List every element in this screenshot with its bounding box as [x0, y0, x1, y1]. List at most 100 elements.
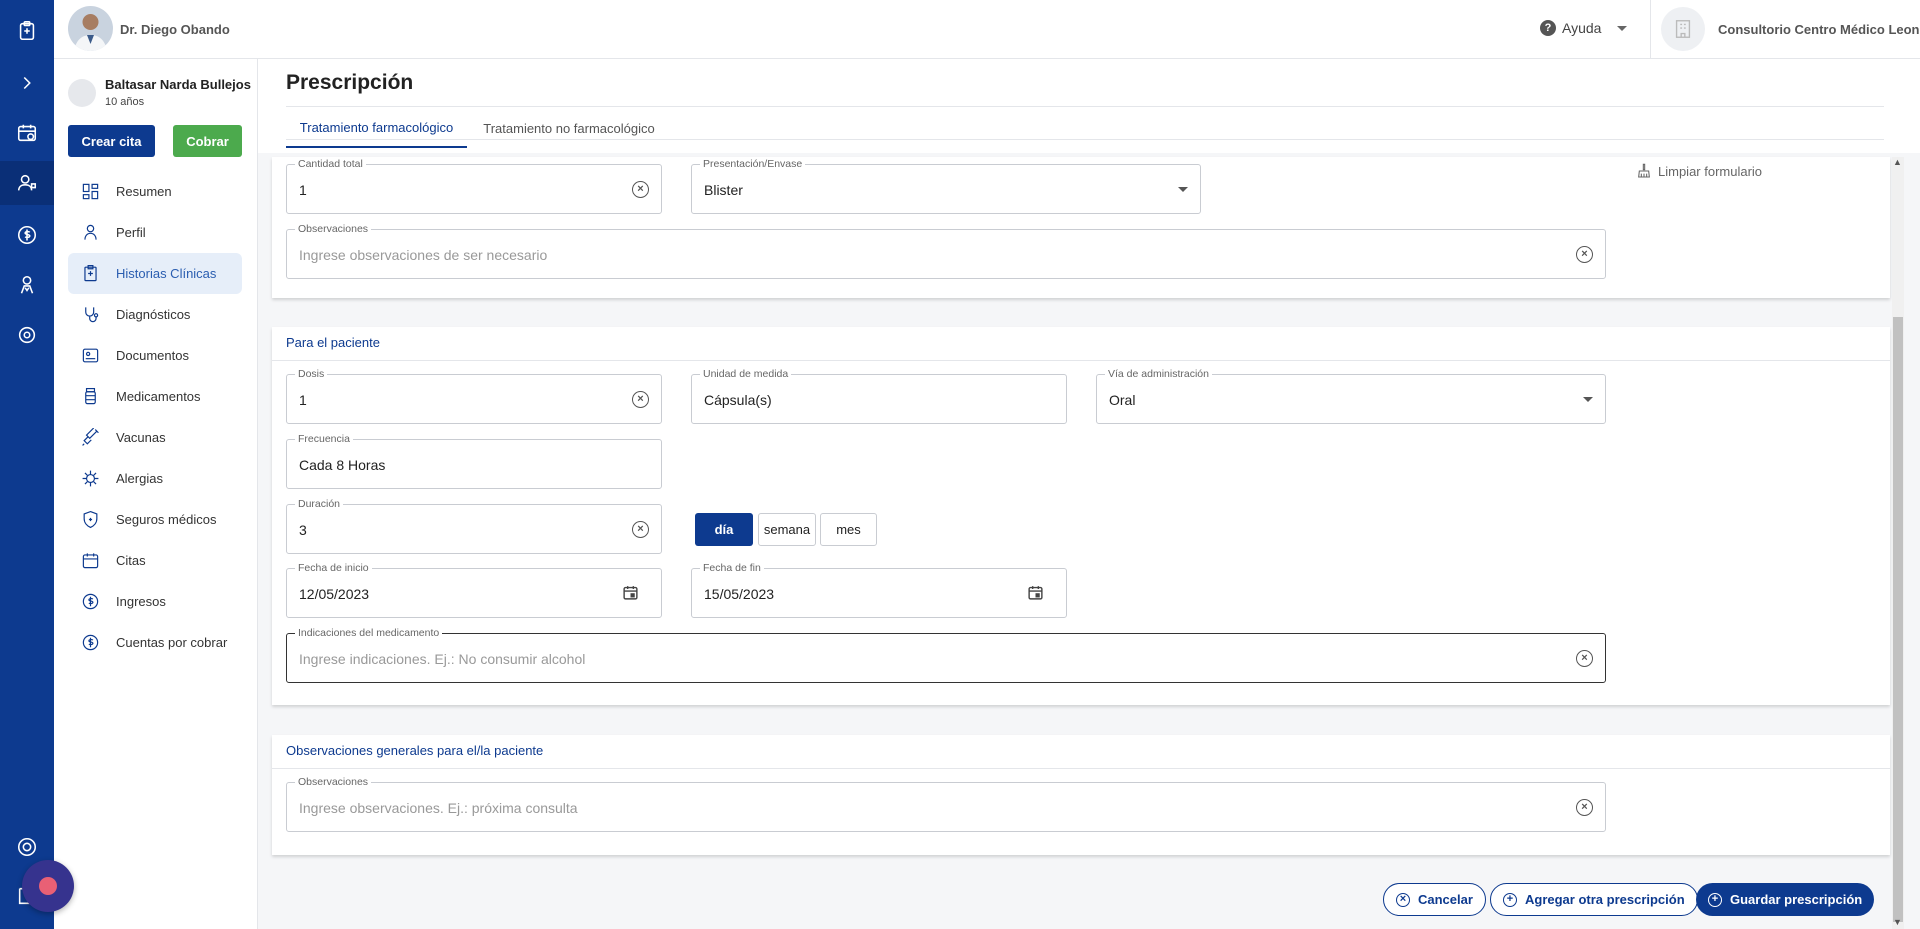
sidebar-item-medicamentos[interactable]: Medicamentos: [68, 376, 242, 417]
duration-unit-month[interactable]: mes: [820, 513, 877, 546]
help-icon: ?: [1540, 20, 1556, 36]
sidebar-item-historias-clinicas[interactable]: Historias Clínicas: [68, 253, 242, 294]
duration-unit-day[interactable]: día: [695, 513, 753, 546]
clinic-building-icon[interactable]: [1661, 7, 1705, 51]
clear-circle-icon[interactable]: ×: [1576, 650, 1593, 667]
clear-circle-icon[interactable]: ×: [632, 181, 649, 198]
sidebar-item-alergias[interactable]: Alergias: [68, 458, 242, 499]
clear-circle-icon[interactable]: ×: [632, 521, 649, 538]
help-label: Ayuda: [1562, 20, 1602, 36]
sidebar-item-seguros-medicos[interactable]: Seguros médicos: [68, 499, 242, 540]
end-date-field[interactable]: Fecha de fin 15/05/2023: [691, 562, 1067, 618]
field-value: 3: [299, 522, 307, 538]
unit-field[interactable]: Unidad de medida Cápsula(s): [691, 368, 1067, 424]
expand-chevron-icon[interactable]: [13, 69, 41, 97]
field-label: Unidad de medida: [700, 368, 792, 380]
doctor-name: Dr. Diego Obando: [120, 22, 230, 37]
sidebar-item-resumen[interactable]: Resumen: [68, 171, 242, 212]
clipboard-logo-icon[interactable]: [13, 17, 41, 45]
charge-button[interactable]: Cobrar: [173, 125, 242, 157]
general-observations-card: Observaciones generales para el/la pacie…: [272, 735, 1890, 855]
field-label: Presentación/Envase: [700, 158, 806, 170]
field-label: Vía de administración: [1105, 368, 1212, 380]
clear-circle-icon[interactable]: ×: [1576, 246, 1593, 263]
scrollbar-thumb[interactable]: [1893, 317, 1903, 922]
sidebar-item-cuentas-por-cobrar[interactable]: Cuentas por cobrar: [68, 622, 242, 663]
support-icon[interactable]: [13, 833, 41, 861]
chevron-down-icon: [1617, 25, 1628, 31]
patient-menu: Resumen Perfil Historias Clínicas Diagnó…: [68, 171, 242, 663]
create-appointment-button[interactable]: Crear cita: [68, 125, 155, 157]
clear-circle-icon[interactable]: ×: [632, 391, 649, 408]
document-icon: [80, 346, 100, 366]
calendar-icon[interactable]: [1027, 584, 1044, 601]
field-label: Observaciones: [295, 776, 372, 788]
clear-circle-icon[interactable]: ×: [1576, 799, 1593, 816]
clinical-record-icon: [80, 264, 100, 284]
sidebar-item-label: Cuentas por cobrar: [116, 635, 228, 650]
syringe-icon: [80, 428, 100, 448]
route-select[interactable]: Vía de administración Oral: [1096, 368, 1606, 424]
scroll-up-arrow-icon[interactable]: ▲: [1893, 157, 1902, 167]
sidebar-item-ingresos[interactable]: Ingresos: [68, 581, 242, 622]
field-placeholder: Ingrese observaciones de ser necesario: [299, 247, 548, 263]
scrollbar[interactable]: ▲ ▼: [1892, 157, 1904, 929]
doctor-icon: [80, 223, 100, 243]
sidebar-item-label: Diagnósticos: [116, 307, 191, 322]
field-label: Observaciones: [295, 223, 372, 235]
cancel-circle-icon: ×: [1396, 892, 1410, 907]
sidebar-item-label: Documentos: [116, 348, 189, 363]
field-value: 1: [299, 182, 307, 198]
section-title: Para el paciente: [286, 335, 380, 350]
doctor-icon[interactable]: [13, 271, 41, 299]
add-another-prescription-button[interactable]: + Agregar otra prescripción: [1490, 883, 1698, 916]
save-prescription-button[interactable]: + Guardar prescripción: [1696, 883, 1875, 916]
patient-instructions-card: Para el paciente Dosis 1 × Unidad de med…: [272, 327, 1890, 705]
sidebar-item-citas[interactable]: Citas: [68, 540, 242, 581]
sidebar-item-documentos[interactable]: Documentos: [68, 335, 242, 376]
divider: [286, 106, 1884, 107]
patient-avatar: [68, 79, 96, 107]
doctor-avatar[interactable]: [68, 6, 113, 51]
clear-form-button[interactable]: Limpiar formulario: [1636, 163, 1762, 179]
help-menu[interactable]: ? Ayuda: [1540, 20, 1628, 36]
clinic-name[interactable]: Consultorio Centro Médico Leon: [1718, 22, 1920, 37]
patients-icon[interactable]: [0, 161, 54, 205]
total-quantity-field[interactable]: Cantidad total 1 ×: [286, 158, 662, 214]
dropdown-arrow-icon: [1583, 397, 1593, 402]
tab-non-pharmacological[interactable]: Tratamiento no farmacológico: [473, 108, 665, 148]
sidebar-item-diagnosticos[interactable]: Diagnósticos: [68, 294, 242, 335]
packaging-select[interactable]: Presentación/Envase Blister: [691, 158, 1201, 214]
field-value: Blister: [704, 182, 743, 198]
start-date-field[interactable]: Fecha de inicio 12/05/2023: [286, 562, 662, 618]
top-bar: Dr. Diego Obando ? Ayuda Consultorio Cen…: [54, 0, 1920, 59]
field-value: Cada 8 Horas: [299, 457, 386, 473]
add-circle-icon: +: [1503, 892, 1517, 907]
duration-field[interactable]: Duración 3 ×: [286, 498, 662, 554]
patient-sidebar: Baltasar Narda Bullejos 10 años Crear ci…: [54, 59, 258, 929]
sidebar-item-vacunas[interactable]: Vacunas: [68, 417, 242, 458]
field-placeholder: Ingrese observaciones. Ej.: próxima cons…: [299, 800, 578, 816]
billing-dollar-icon[interactable]: [13, 221, 41, 249]
main-content: Prescripción Tratamiento farmacológico T…: [258, 59, 1920, 929]
add-another-label: Agregar otra prescripción: [1525, 892, 1685, 907]
calendar-icon[interactable]: [622, 584, 639, 601]
medicine-bottle-icon: [80, 387, 100, 407]
observations-field[interactable]: Observaciones Ingrese observaciones de s…: [286, 223, 1606, 279]
dose-field[interactable]: Dosis 1 ×: [286, 368, 662, 424]
field-value: 15/05/2023: [704, 586, 775, 602]
sidebar-item-label: Vacunas: [116, 430, 166, 445]
duration-unit-week[interactable]: semana: [758, 513, 816, 546]
calendar-schedule-icon[interactable]: [13, 119, 41, 147]
general-observations-field[interactable]: Observaciones Ingrese observaciones. Ej.…: [286, 776, 1606, 832]
tab-pharmacological[interactable]: Tratamiento farmacológico: [286, 108, 467, 148]
medication-instructions-field[interactable]: Indicaciones del medicamento Ingrese ind…: [286, 627, 1606, 683]
cancel-button[interactable]: × Cancelar: [1383, 883, 1486, 916]
chat-widget-button[interactable]: [22, 860, 74, 912]
scroll-down-arrow-icon[interactable]: ▼: [1893, 917, 1902, 927]
sidebar-item-label: Ingresos: [116, 594, 166, 609]
settings-gear-icon[interactable]: [13, 321, 41, 349]
dollar-icon: [80, 592, 100, 612]
frequency-field[interactable]: Frecuencia Cada 8 Horas: [286, 433, 662, 489]
sidebar-item-perfil[interactable]: Perfil: [68, 212, 242, 253]
